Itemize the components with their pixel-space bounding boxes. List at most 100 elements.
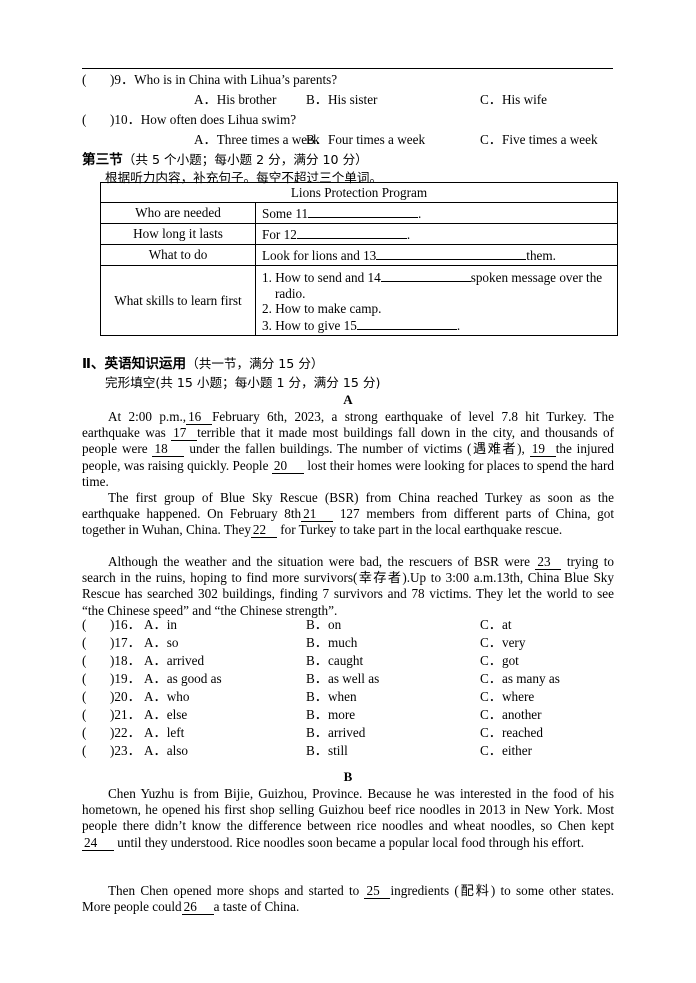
answer-paren-open: (: [82, 725, 87, 740]
choice-b-19[interactable]: B．as well as: [306, 670, 379, 688]
fill-blank-25[interactable]: 25: [364, 884, 391, 899]
choice-c-20[interactable]: C．where: [480, 688, 534, 706]
answer-paren-open: (: [82, 72, 87, 87]
answer-paren-open: (: [82, 743, 87, 758]
header-divider: [82, 68, 613, 69]
choice-b-21[interactable]: B．more: [306, 706, 355, 724]
fill-blank-22[interactable]: 22: [250, 523, 277, 539]
choice-number-23: )23．: [110, 743, 141, 758]
fill-blank-20[interactable]: 20: [271, 458, 304, 474]
row-value-text: Some 11: [262, 205, 309, 221]
fill-blank-21[interactable]: 21: [301, 507, 334, 523]
fill-blank-16[interactable]: 16: [186, 410, 213, 425]
row-label-what-to-do: What to do: [100, 244, 256, 266]
fill-blank-24[interactable]: 24: [82, 835, 114, 851]
choice-c-19[interactable]: C．as many as: [480, 670, 560, 688]
choice-a-18[interactable]: A．arrived: [144, 652, 204, 670]
row-label-how-long: How long it lasts: [100, 223, 256, 245]
choice-row-18: ( )18． A．arrived B．caught C．got: [82, 652, 622, 670]
choice-a-22[interactable]: A．left: [144, 724, 184, 742]
option-a-9[interactable]: A．His brother: [194, 91, 276, 109]
section2-subheading: 完形填空(共 15 小题；每小题 1 分，满分 15 分): [105, 375, 381, 390]
skill-1-pre: 1. How to send and 14: [262, 270, 381, 285]
skill-item-1: 1. How to send and 14 spoken message over…: [262, 269, 613, 286]
seg: At 2:00 p.m.,: [108, 409, 187, 424]
fill-blank-26[interactable]: 26: [181, 900, 214, 916]
row-value-what-to-do: Look for lions and 13 them.: [255, 244, 618, 266]
choice-number-20: )20．: [110, 689, 141, 704]
listening-options-10: A．Three times a week B．Four times a week…: [82, 131, 622, 149]
choice-b-22[interactable]: B．arrived: [306, 724, 365, 742]
listening-section3-heading: 第三节（共 5 个小题；每小题 2 分，满分 10 分）: [82, 150, 368, 170]
skill-3-post: .: [456, 317, 461, 333]
choice-a-21[interactable]: A．else: [144, 706, 187, 724]
choice-row-21: ( )21． A．else B．more C．another: [82, 706, 622, 724]
fill-blank-18[interactable]: 18: [152, 442, 185, 458]
choice-c-18[interactable]: C．got: [480, 652, 519, 670]
choice-row-17: ( )17． A．so B．much C．very: [82, 634, 622, 652]
choice-b-16[interactable]: B．on: [306, 616, 341, 634]
listening-question-9: ( )9．Who is in China with Lihua’s parent…: [82, 71, 622, 89]
choice-row-19: ( )19． A．as good as B．as well as C．as ma…: [82, 670, 622, 688]
choice-a-23[interactable]: A．also: [144, 742, 188, 760]
seg: Chen Yuzhu is from Bijie, Guizhou, Provi…: [82, 786, 614, 834]
option-b-9[interactable]: B．His sister: [306, 91, 377, 109]
fill-blank-14[interactable]: [380, 269, 471, 282]
choice-row-22: ( )22． A．left B．arrived C．reached: [82, 724, 622, 742]
fill-blank-23[interactable]: 23: [535, 555, 562, 570]
row-value-suffix: them.: [526, 247, 556, 263]
section2-label: Ⅱ、英语知识运用: [82, 356, 187, 372]
answer-paren-open: (: [82, 671, 87, 686]
option-a-10[interactable]: A．Three times a week: [194, 131, 320, 149]
row-value-text: Look for lions and 13: [262, 247, 377, 263]
table-title: Lions Protection Program: [100, 182, 618, 203]
fill-blank-19[interactable]: 19: [529, 442, 556, 458]
choice-c-22[interactable]: C．reached: [480, 724, 543, 742]
choice-b-18[interactable]: B．caught: [306, 652, 363, 670]
skill-1-post: spoken message over the: [470, 270, 603, 285]
section3-points: （共 5 个小题；每小题 2 分，满分 10 分）: [122, 152, 368, 167]
passage-b-letter: B: [343, 769, 353, 784]
seg: Then Chen opened more shops and started …: [108, 883, 360, 898]
passage-a-paragraph-2: The first group of Blue Sky Rescue (BSR)…: [82, 490, 614, 539]
table-row-skills: What skills to learn first 1. How to sen…: [100, 265, 618, 336]
table-row: How long it lasts For 12.: [100, 223, 618, 245]
seg: for Turkey to take part in the local ear…: [280, 522, 563, 538]
choice-b-17[interactable]: B．much: [306, 634, 357, 652]
option-c-9[interactable]: C．His wife: [480, 91, 547, 109]
choice-a-17[interactable]: A．so: [144, 634, 178, 652]
fill-blank-15[interactable]: [356, 317, 457, 330]
question-stem-9: )9．Who is in China with Lihua’s parents?: [110, 72, 338, 87]
fill-blank-13[interactable]: [376, 247, 527, 260]
choice-c-23[interactable]: C．either: [480, 742, 532, 760]
fill-blank-11[interactable]: [308, 205, 419, 218]
table-row: What to do Look for lions and 13 them.: [100, 244, 618, 266]
choice-row-16: ( )16． A．in B．on C．at: [82, 616, 622, 634]
answer-paren-open: (: [82, 707, 87, 722]
choice-c-17[interactable]: C．very: [480, 634, 525, 652]
choice-a-19[interactable]: A．as good as: [144, 670, 222, 688]
answer-paren-open: (: [82, 112, 87, 127]
answer-paren-open: (: [82, 689, 87, 704]
fill-blank-12[interactable]: [296, 226, 407, 239]
choice-a-20[interactable]: A．who: [144, 688, 189, 706]
fill-blank-17[interactable]: 17: [171, 426, 198, 442]
row-label-who-needed: Who are needed: [100, 202, 256, 224]
exam-page: ( )9．Who is in China with Lihua’s parent…: [0, 0, 696, 983]
choice-row-20: ( )20． A．who B．when C．where: [82, 688, 622, 706]
skill-1-continuation: radio.: [275, 285, 306, 301]
option-b-10[interactable]: B．Four times a week: [306, 131, 425, 149]
choice-a-16[interactable]: A．in: [144, 616, 177, 634]
choice-b-20[interactable]: B．when: [306, 688, 357, 706]
question-stem-10: )10．How often does Lihua swim?: [110, 112, 297, 127]
row-value-suffix: .: [418, 205, 422, 221]
option-c-10[interactable]: C．Five times a week: [480, 131, 598, 149]
choice-number-22: )22．: [110, 725, 141, 740]
choice-b-23[interactable]: B．still: [306, 742, 348, 760]
seg: under the fallen buildings. The number o…: [189, 441, 525, 457]
choice-c-16[interactable]: C．at: [480, 616, 512, 634]
answer-paren-open: (: [82, 635, 87, 650]
row-value-how-long: For 12.: [255, 223, 618, 245]
row-value-suffix: .: [406, 226, 411, 242]
choice-c-21[interactable]: C．another: [480, 706, 542, 724]
